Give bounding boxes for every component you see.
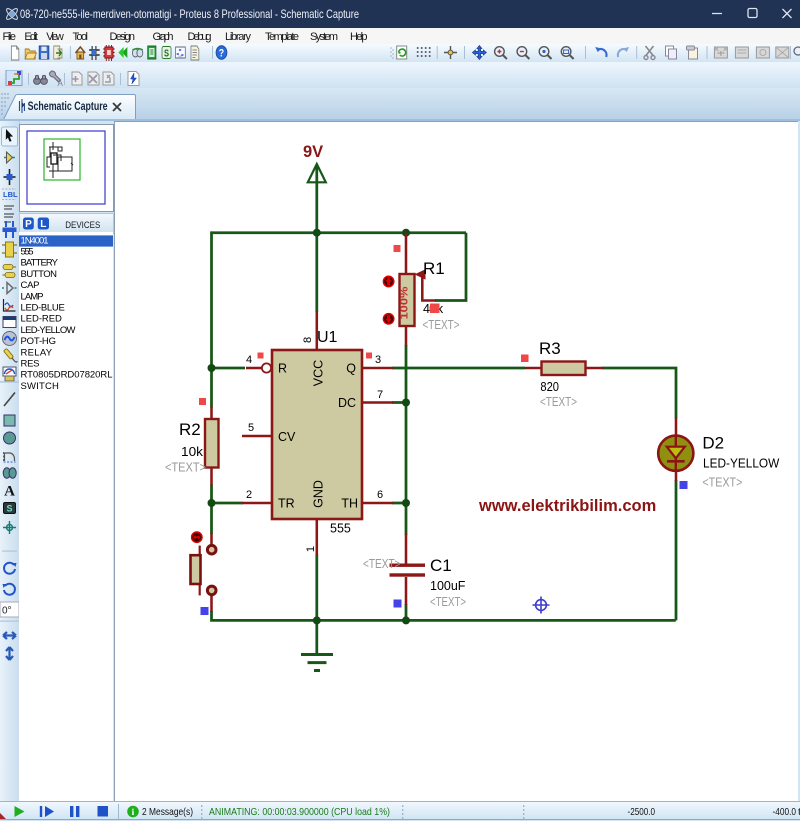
svg-text:<TEXT>: <TEXT> xyxy=(423,318,460,332)
svg-text:File: File xyxy=(3,31,17,43)
svg-text:7: 7 xyxy=(377,389,383,401)
svg-text:LBL: LBL xyxy=(3,190,18,199)
svg-text:R1: R1 xyxy=(423,259,445,278)
svg-text:9V: 9V xyxy=(303,143,323,161)
svg-text:555: 555 xyxy=(21,247,34,258)
svg-text:555: 555 xyxy=(330,522,351,536)
svg-text:i: i xyxy=(132,808,135,818)
svg-text:<TEXT>: <TEXT> xyxy=(702,476,742,490)
svg-text:Library: Library xyxy=(225,31,252,43)
svg-text:10k: 10k xyxy=(181,445,204,459)
svg-text:-400.0: -400.0 xyxy=(773,806,797,818)
svg-text:S: S xyxy=(6,504,12,514)
svg-text:BUTTON: BUTTON xyxy=(21,269,58,280)
svg-text:ANIMATING: 00:00:03.900000 (CP: ANIMATING: 00:00:03.900000 (CPU load 1%) xyxy=(209,806,390,818)
svg-text:S: S xyxy=(164,47,169,58)
svg-text:DEVICES: DEVICES xyxy=(65,220,100,231)
svg-text:VCC: VCC xyxy=(312,360,326,386)
svg-text:Template: Template xyxy=(265,31,299,43)
svg-text:R: R xyxy=(278,362,287,376)
svg-text:<TEXT>: <TEXT> xyxy=(165,461,206,475)
svg-text:100%: 100% xyxy=(399,286,411,319)
svg-text:LAMP: LAMP xyxy=(21,291,44,302)
svg-text:LED-BLUE: LED-BLUE xyxy=(21,303,65,314)
svg-text:View: View xyxy=(46,31,64,43)
svg-text:L: L xyxy=(40,219,46,230)
svg-text:0°: 0° xyxy=(2,606,12,617)
svg-text:BATTERY: BATTERY xyxy=(21,258,59,269)
svg-text:820: 820 xyxy=(540,380,559,394)
svg-text:LED-RED: LED-RED xyxy=(21,314,63,325)
svg-text:Help: Help xyxy=(350,31,368,43)
svg-text:CV: CV xyxy=(278,430,296,444)
svg-text:www.elektrikbilim.com: www.elektrikbilim.com xyxy=(478,497,656,515)
svg-text:R2: R2 xyxy=(179,420,201,439)
svg-text:<TEXT>: <TEXT> xyxy=(363,557,401,571)
svg-text:DC: DC xyxy=(338,396,356,410)
svg-text:<TEXT>: <TEXT> xyxy=(430,595,466,609)
svg-text:RT0805DRD07820RL: RT0805DRD07820RL xyxy=(21,370,113,381)
svg-text:<TEXT>: <TEXT> xyxy=(540,395,577,409)
svg-text:3: 3 xyxy=(375,354,381,366)
svg-text:08-720-ne555-ile-merdiven-otom: 08-720-ne555-ile-merdiven-otomatigi - Pr… xyxy=(20,7,359,21)
svg-text:Design: Design xyxy=(110,31,136,43)
svg-text:8: 8 xyxy=(302,337,314,343)
svg-text:GND: GND xyxy=(312,480,326,508)
svg-text:POT-HG: POT-HG xyxy=(21,336,57,347)
svg-text:Debug: Debug xyxy=(188,31,212,43)
svg-text:A: A xyxy=(58,79,64,88)
svg-text:LED-YELLOW: LED-YELLOW xyxy=(703,457,779,471)
svg-text:System: System xyxy=(310,31,338,43)
svg-text:Edit: Edit xyxy=(24,31,38,43)
svg-text:R3: R3 xyxy=(539,339,561,358)
svg-text:RELAY: RELAY xyxy=(21,347,53,358)
svg-text:5: 5 xyxy=(248,422,254,434)
svg-text:RES: RES xyxy=(21,359,40,370)
svg-text:2: 2 xyxy=(246,489,252,501)
svg-text:-2500.0: -2500.0 xyxy=(628,806,656,818)
svg-text:6: 6 xyxy=(377,489,383,501)
svg-text:D2: D2 xyxy=(702,434,724,453)
svg-text:CAP: CAP xyxy=(21,280,40,291)
svg-text:100uF: 100uF xyxy=(430,579,466,593)
svg-text:LED-YELLOW: LED-YELLOW xyxy=(21,325,76,336)
svg-text:Q: Q xyxy=(346,362,356,376)
svg-text:4: 4 xyxy=(246,354,252,366)
svg-text:Graph: Graph xyxy=(153,31,174,43)
svg-text:U1: U1 xyxy=(317,329,338,346)
svg-text:osc: osc xyxy=(178,53,183,59)
svg-text:Schematic Capture: Schematic Capture xyxy=(28,101,108,113)
svg-text:P: P xyxy=(25,219,32,230)
svg-text:1: 1 xyxy=(305,546,317,552)
svg-text:?: ? xyxy=(219,48,224,60)
svg-text:A: A xyxy=(4,484,15,500)
svg-text:TR: TR xyxy=(278,497,295,511)
svg-text:Tool: Tool xyxy=(73,31,89,43)
svg-text:SWITCH: SWITCH xyxy=(21,381,60,392)
svg-text:1N4001: 1N4001 xyxy=(21,235,49,246)
svg-text:TH: TH xyxy=(341,497,358,511)
svg-text:2 Message(s): 2 Message(s) xyxy=(142,806,193,818)
svg-text:C1: C1 xyxy=(430,556,452,575)
